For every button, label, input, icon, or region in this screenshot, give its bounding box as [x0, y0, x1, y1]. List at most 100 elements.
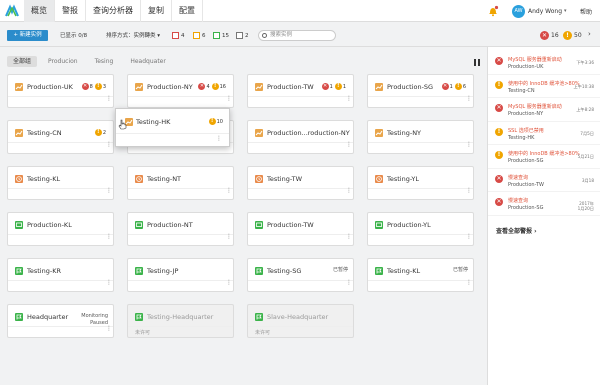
- user-menu[interactable]: AW Andy Wong ▾: [512, 4, 567, 18]
- instance-card[interactable]: Production-UK ✕ 8! 3 ⋮: [7, 74, 114, 108]
- view-all-alerts-link[interactable]: 查看全部警报 ›: [496, 226, 537, 235]
- more-menu-icon[interactable]: ⋮: [346, 142, 352, 148]
- instance-card[interactable]: Testing-CN! 2 ⋮: [7, 120, 114, 154]
- hover-card-popup[interactable]: Testing-HK ! 10 ⋮: [115, 108, 230, 147]
- instance-card[interactable]: Testing-SG 已暂停 ⋮: [247, 258, 354, 292]
- instance-card[interactable]: Production-SG ✕ 1! 6 ⋮: [367, 74, 474, 108]
- critical-icon: ✕: [441, 83, 449, 90]
- alert-title: 使用中的 InnoDB 缓冲池>80%: [508, 151, 580, 157]
- divider: [116, 133, 229, 134]
- shown-count[interactable]: 已显示 0/8: [60, 31, 87, 39]
- more-menu-icon[interactable]: ⋮: [346, 188, 352, 194]
- status-filter[interactable]: 6: [193, 30, 206, 41]
- alert-item[interactable]: ! 使用中的 InnoDB 缓冲池>80% Production-SG 5月21日: [488, 145, 600, 169]
- group-tab-2[interactable]: Tesing: [89, 56, 120, 67]
- flag-icon: [135, 313, 143, 321]
- more-menu-icon[interactable]: ⋮: [466, 188, 472, 194]
- tab-4[interactable]: 配置: [172, 0, 203, 22]
- popup-badges: ! 10: [208, 118, 223, 125]
- alert-item[interactable]: ! SSL 选项已禁用 Testing-HK 7月5日: [488, 122, 600, 145]
- more-menu-icon[interactable]: ⋮: [346, 280, 352, 286]
- alert-item[interactable]: ✕ 慢速查询 Production-TW 3月18: [488, 169, 600, 192]
- alert-summary-red[interactable]: ✕ 16: [540, 31, 559, 40]
- instance-card[interactable]: Production-NT ⋮: [127, 212, 234, 246]
- more-menu-icon[interactable]: ⋮: [466, 96, 472, 102]
- instance-card[interactable]: Testing-JP ⋮: [127, 258, 234, 292]
- instance-card[interactable]: Testing-KR ⋮: [7, 258, 114, 292]
- instance-card[interactable]: Production-YL ⋮: [367, 212, 474, 246]
- instance-card[interactable]: Headquarter Monitoring Paused ⋮: [7, 304, 114, 338]
- more-menu-icon[interactable]: ⋮: [106, 280, 112, 286]
- instance-card[interactable]: Testing-NY ⋮: [367, 120, 474, 154]
- main-tabs: 概览 警报 查询分析器 复制 配置: [24, 0, 203, 22]
- divider: [8, 234, 113, 235]
- group-tab-3[interactable]: Headquater: [124, 56, 172, 67]
- instance-card[interactable]: Slave-Headquarter 未许可: [247, 304, 354, 338]
- group-tab-1[interactable]: Producion: [42, 56, 84, 67]
- instance-card[interactable]: Production...roduction-NY ⋮: [247, 120, 354, 154]
- alert-item[interactable]: ! 使用中的 InnoDB 缓冲池>80% Testing-CN 上午10:38: [488, 75, 600, 98]
- alert-summary-yellow[interactable]: ! 50: [563, 31, 582, 40]
- more-menu-icon[interactable]: ⋮: [106, 142, 112, 148]
- instance-card[interactable]: Testing-Headquarter 未许可: [127, 304, 234, 338]
- more-menu-icon[interactable]: ⋮: [466, 234, 472, 240]
- instance-name: Testing-KR: [27, 267, 61, 275]
- more-menu-icon[interactable]: ⋮: [346, 96, 352, 102]
- search-input[interactable]: 搜索实例: [258, 30, 336, 41]
- chevron-right-icon[interactable]: ›: [588, 30, 591, 38]
- instance-card[interactable]: Production-NY ✕ 4! 16 ⋮: [127, 74, 234, 108]
- warning-count: 50: [574, 32, 582, 39]
- tab-1[interactable]: 警报: [55, 0, 86, 22]
- more-menu-icon[interactable]: ⋮: [106, 188, 112, 194]
- more-menu-icon[interactable]: ⋮: [106, 234, 112, 240]
- flag-icon: [255, 267, 263, 275]
- tab-2[interactable]: 查询分析器: [86, 0, 141, 22]
- warning-icon: !: [94, 83, 102, 90]
- more-menu-icon[interactable]: ⋮: [226, 96, 232, 102]
- flag-icon: [135, 267, 143, 275]
- more-menu-icon[interactable]: ⋮: [226, 280, 232, 286]
- instance-card[interactable]: Production-TW ✕ 1! 1 ⋮: [247, 74, 354, 108]
- filter-count: 4: [181, 32, 185, 39]
- more-menu-icon[interactable]: ⋮: [466, 142, 472, 148]
- group-tabs: 全部组 Producion Tesing Headquater: [7, 56, 177, 67]
- instance-card[interactable]: Production-TW ⋮: [247, 212, 354, 246]
- tab-3[interactable]: 复制: [141, 0, 172, 22]
- app-logo-icon[interactable]: [5, 4, 19, 18]
- alert-item[interactable]: ✕ MySQL 服务器重新启动 Production-NY 上午8:28: [488, 98, 600, 122]
- instance-name: Testing-NT: [147, 175, 182, 183]
- new-instance-button[interactable]: + 新建实例: [7, 30, 48, 41]
- more-menu-icon[interactable]: ⋮: [226, 234, 232, 240]
- more-menu-icon[interactable]: ⋮: [226, 188, 232, 194]
- status-filter[interactable]: 15: [213, 30, 229, 41]
- more-menu-icon[interactable]: ⋮: [216, 135, 222, 142]
- group-tab-0[interactable]: 全部组: [7, 56, 38, 67]
- alert-badges: ✕ 8! 3: [81, 83, 108, 90]
- pause-icon[interactable]: [474, 59, 480, 66]
- instance-card[interactable]: Production-KL ⋮: [7, 212, 114, 246]
- critical-icon: ✕: [321, 83, 329, 90]
- critical-count: 4: [206, 83, 210, 90]
- more-menu-icon[interactable]: ⋮: [346, 234, 352, 240]
- warning-count: 16: [219, 83, 226, 90]
- alert-item[interactable]: ✕ 慢速查询 Production-SG 2017年 1月20日: [488, 192, 600, 216]
- instance-card[interactable]: Testing-NT ⋮: [127, 166, 234, 200]
- status-filter[interactable]: 2: [236, 30, 249, 41]
- divider: [368, 280, 473, 281]
- instance-card[interactable]: Testing-YL ⋮: [367, 166, 474, 200]
- instance-card[interactable]: Testing-KL 已暂停 ⋮: [367, 258, 474, 292]
- help-link[interactable]: 帮助: [580, 7, 592, 16]
- tab-0[interactable]: 概览: [24, 0, 55, 22]
- bell-icon[interactable]: [487, 5, 499, 17]
- more-menu-icon[interactable]: ⋮: [106, 96, 112, 102]
- instance-name: Production-SG: [387, 83, 434, 91]
- more-menu-icon[interactable]: ⋮: [106, 326, 112, 332]
- instance-card[interactable]: Testing-TW ⋮: [247, 166, 354, 200]
- instance-card[interactable]: Testing-KL ⋮: [7, 166, 114, 200]
- alert-item[interactable]: ✕ MySQL 服务器重新启动 Production-UK 下午3:36: [488, 51, 600, 75]
- chart-icon: [15, 129, 23, 137]
- clock-icon: [15, 175, 23, 183]
- sort-select[interactable]: 排序方式：实例轉类 ▾: [106, 31, 160, 39]
- more-menu-icon[interactable]: ⋮: [466, 280, 472, 286]
- status-filter[interactable]: 4: [172, 30, 185, 41]
